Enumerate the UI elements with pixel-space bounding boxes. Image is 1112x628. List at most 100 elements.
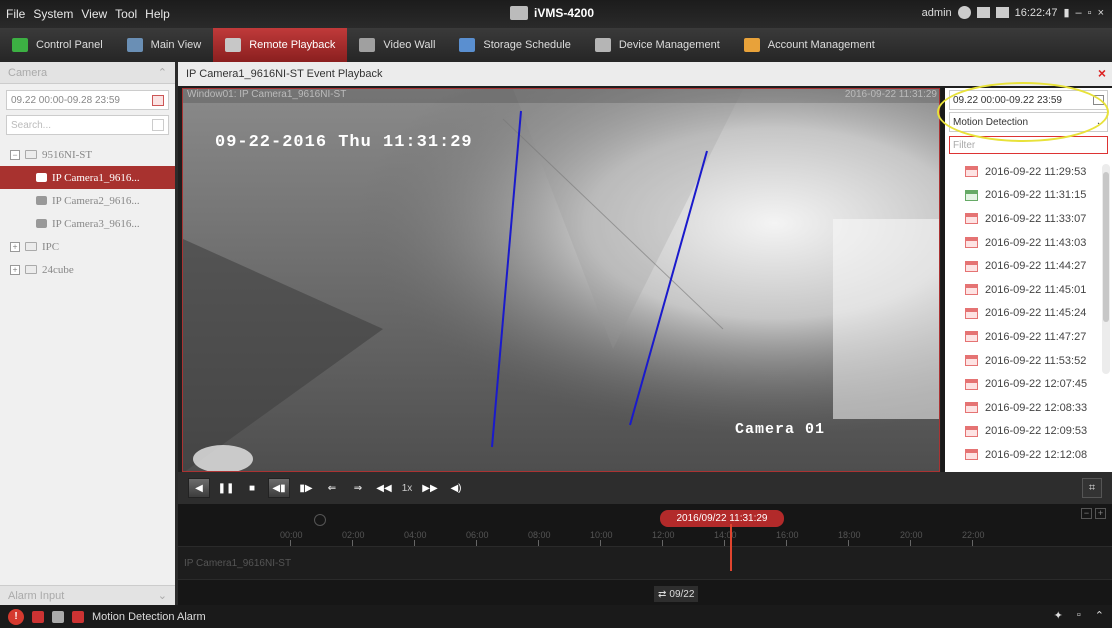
event-item[interactable]: 2016-09-22 11:45:01 [945,278,1112,302]
calendar-icon[interactable] [152,94,164,106]
event-time: 2016-09-22 12:09:53 [985,425,1088,438]
timeline-scale[interactable]: 2016/09/22 11:31:29 − + 00:00 02:00 04:00 0… [178,504,1112,546]
tree-item-camera[interactable]: IP Camera2_9616... [0,189,175,212]
event-file-icon [965,237,978,249]
timeline-tick-label: 14:00 [714,530,737,540]
zoom-out-icon[interactable]: − [1081,508,1092,519]
alarm-input-label: Alarm Input [8,589,65,602]
fullscreen-icon[interactable]: ⌗ [1082,478,1102,498]
event-item[interactable]: 2016-09-22 12:08:33 [945,396,1112,420]
menu-help[interactable]: Help [145,7,170,21]
minimize-icon[interactable]: – [1076,7,1082,19]
collapse-icon[interactable]: − [10,149,20,160]
event-type-select[interactable]: Motion Detection ⌄ [949,112,1108,132]
calendar-icon[interactable] [995,7,1009,18]
tab-account-management[interactable]: Account Management [732,28,887,62]
alarm-list-icon[interactable] [52,610,64,623]
event-file-icon [965,425,978,437]
info-icon[interactable] [957,6,971,19]
menu-view[interactable]: View [81,7,107,21]
menu-tool[interactable]: Tool [115,7,137,21]
tab-storage-schedule[interactable]: Storage Schedule [447,28,582,62]
lock-icon[interactable]: ▮ [1063,6,1069,19]
event-date-range-field[interactable]: 09.22 00:00-09.22 23:59 [949,90,1108,110]
tab-device-management[interactable]: Device Management [583,28,732,62]
tab-main-view[interactable]: Main View [115,28,214,62]
timeline[interactable]: 2016/09/22 11:31:29 − + 00:00 02:00 04:00 0… [178,504,1112,605]
timeline-channel-row[interactable]: IP Camera1_9616NI-ST [178,546,1112,580]
account-management-icon [743,38,760,52]
tab-remote-playback[interactable]: Remote Playback [213,28,348,62]
search-icon[interactable] [152,119,164,131]
event-file-icon [965,260,978,272]
menu-system[interactable]: System [33,7,73,21]
tab-control-panel[interactable]: Control Panel [0,28,115,62]
event-item[interactable]: 2016-09-22 11:53:52 [945,349,1112,373]
tree-item-group[interactable]: +24cube [0,258,175,281]
event-item[interactable]: 2016-09-22 11:47:27 [945,325,1112,349]
osd-camera-label: Camera 01 [735,421,826,438]
event-item[interactable]: 2016-09-22 12:07:45 [945,372,1112,396]
event-item[interactable]: 2016-09-22 11:44:27 [945,254,1112,278]
event-item[interactable]: 2016-09-22 11:43:03 [945,231,1112,255]
event-time: 2016-09-22 12:12:08 [985,448,1088,461]
sound-icon[interactable] [72,610,84,623]
calendar-icon[interactable] [1093,95,1104,105]
tree-item-camera[interactable]: IP Camera1_9616... [0,166,175,189]
jump-back-icon[interactable]: ⇐ [322,478,342,498]
monitor-icon[interactable] [976,7,990,18]
scrollbar-thumb[interactable] [1103,172,1109,322]
date-range-field[interactable]: 09.22 00:00-09.28 23:59 [6,90,169,110]
pause-button[interactable]: ❚❚ [216,478,236,498]
timeline-tick-label: 20:00 [900,530,923,540]
frame-forward-button[interactable]: ▮▶ [296,478,316,498]
close-icon[interactable]: × [1098,7,1104,19]
tab-label: Remote Playback [249,39,336,51]
alarm-bell-icon[interactable] [32,610,44,623]
speed-up-button[interactable]: ▶▶ [420,478,440,498]
event-item[interactable]: 2016-09-22 12:09:53 [945,420,1112,444]
slow-down-button[interactable]: ◀◀ [374,478,394,498]
jump-forward-icon[interactable]: ⇒ [348,478,368,498]
tree-item-camera[interactable]: IP Camera3_9616... [0,212,175,235]
event-item[interactable]: 2016-09-22 11:33:07 [945,207,1112,231]
collapse-icon[interactable]: ⌃ [158,66,167,79]
pin-icon[interactable]: ✦ [1054,609,1063,622]
camera-search-input[interactable]: Search... [6,115,169,135]
zoom-in-icon[interactable]: + [1095,508,1106,519]
timeline-settings-icon[interactable] [314,514,326,526]
tab-video-wall[interactable]: Video Wall [347,28,447,62]
menu-file[interactable]: File [6,7,25,21]
tree-item-group[interactable]: + IPC [0,235,175,258]
expand-icon[interactable]: ⌄ [158,589,167,602]
tree-item-label: IP Camera3_9616... [52,217,140,230]
expand-icon[interactable]: + [10,264,20,275]
event-item[interactable]: 2016-09-22 11:31:15 [945,184,1112,208]
status-label: Motion Detection Alarm [92,610,206,623]
tree-item-device[interactable]: − 9516NI-ST [0,143,175,166]
event-filter-input[interactable]: Filter [949,136,1108,154]
event-time: 2016-09-22 11:53:52 [985,354,1087,367]
event-item[interactable]: 2016-09-22 11:29:53 [945,160,1112,184]
event-item[interactable]: 2016-09-22 12:12:08 [945,443,1112,467]
timeline-date-button[interactable]: ⇄ 09/22 [654,586,699,602]
restore-icon[interactable]: ▫ [1088,7,1092,19]
alarm-input-header[interactable]: Alarm Input ⌄ [0,585,175,605]
event-file-icon [965,378,978,390]
stop-all-button[interactable]: ◀ [188,478,210,498]
expand-icon[interactable]: + [10,241,20,252]
timeline-cursor[interactable] [730,524,732,571]
alarm-warning-icon[interactable]: ! [8,608,24,625]
event-time: 2016-09-22 11:43:03 [985,236,1087,249]
frame-back-button[interactable]: ◀▮ [268,478,290,498]
event-file-icon [965,166,978,178]
event-list-scrollbar[interactable] [1102,164,1110,374]
stop-button[interactable]: ■ [242,478,262,498]
window-icon[interactable]: ▫ [1077,609,1081,622]
close-tab-icon[interactable]: × [1098,65,1106,81]
expand-up-icon[interactable]: ⌃ [1095,609,1104,622]
event-item[interactable]: 2016-09-22 11:45:24 [945,302,1112,326]
video-window[interactable]: Window01: IP Camera1_9616NI-ST 2016-09-2… [182,88,940,472]
camera-panel-header[interactable]: Camera ⌃ [0,62,175,84]
volume-icon[interactable]: ◀) [446,478,466,498]
